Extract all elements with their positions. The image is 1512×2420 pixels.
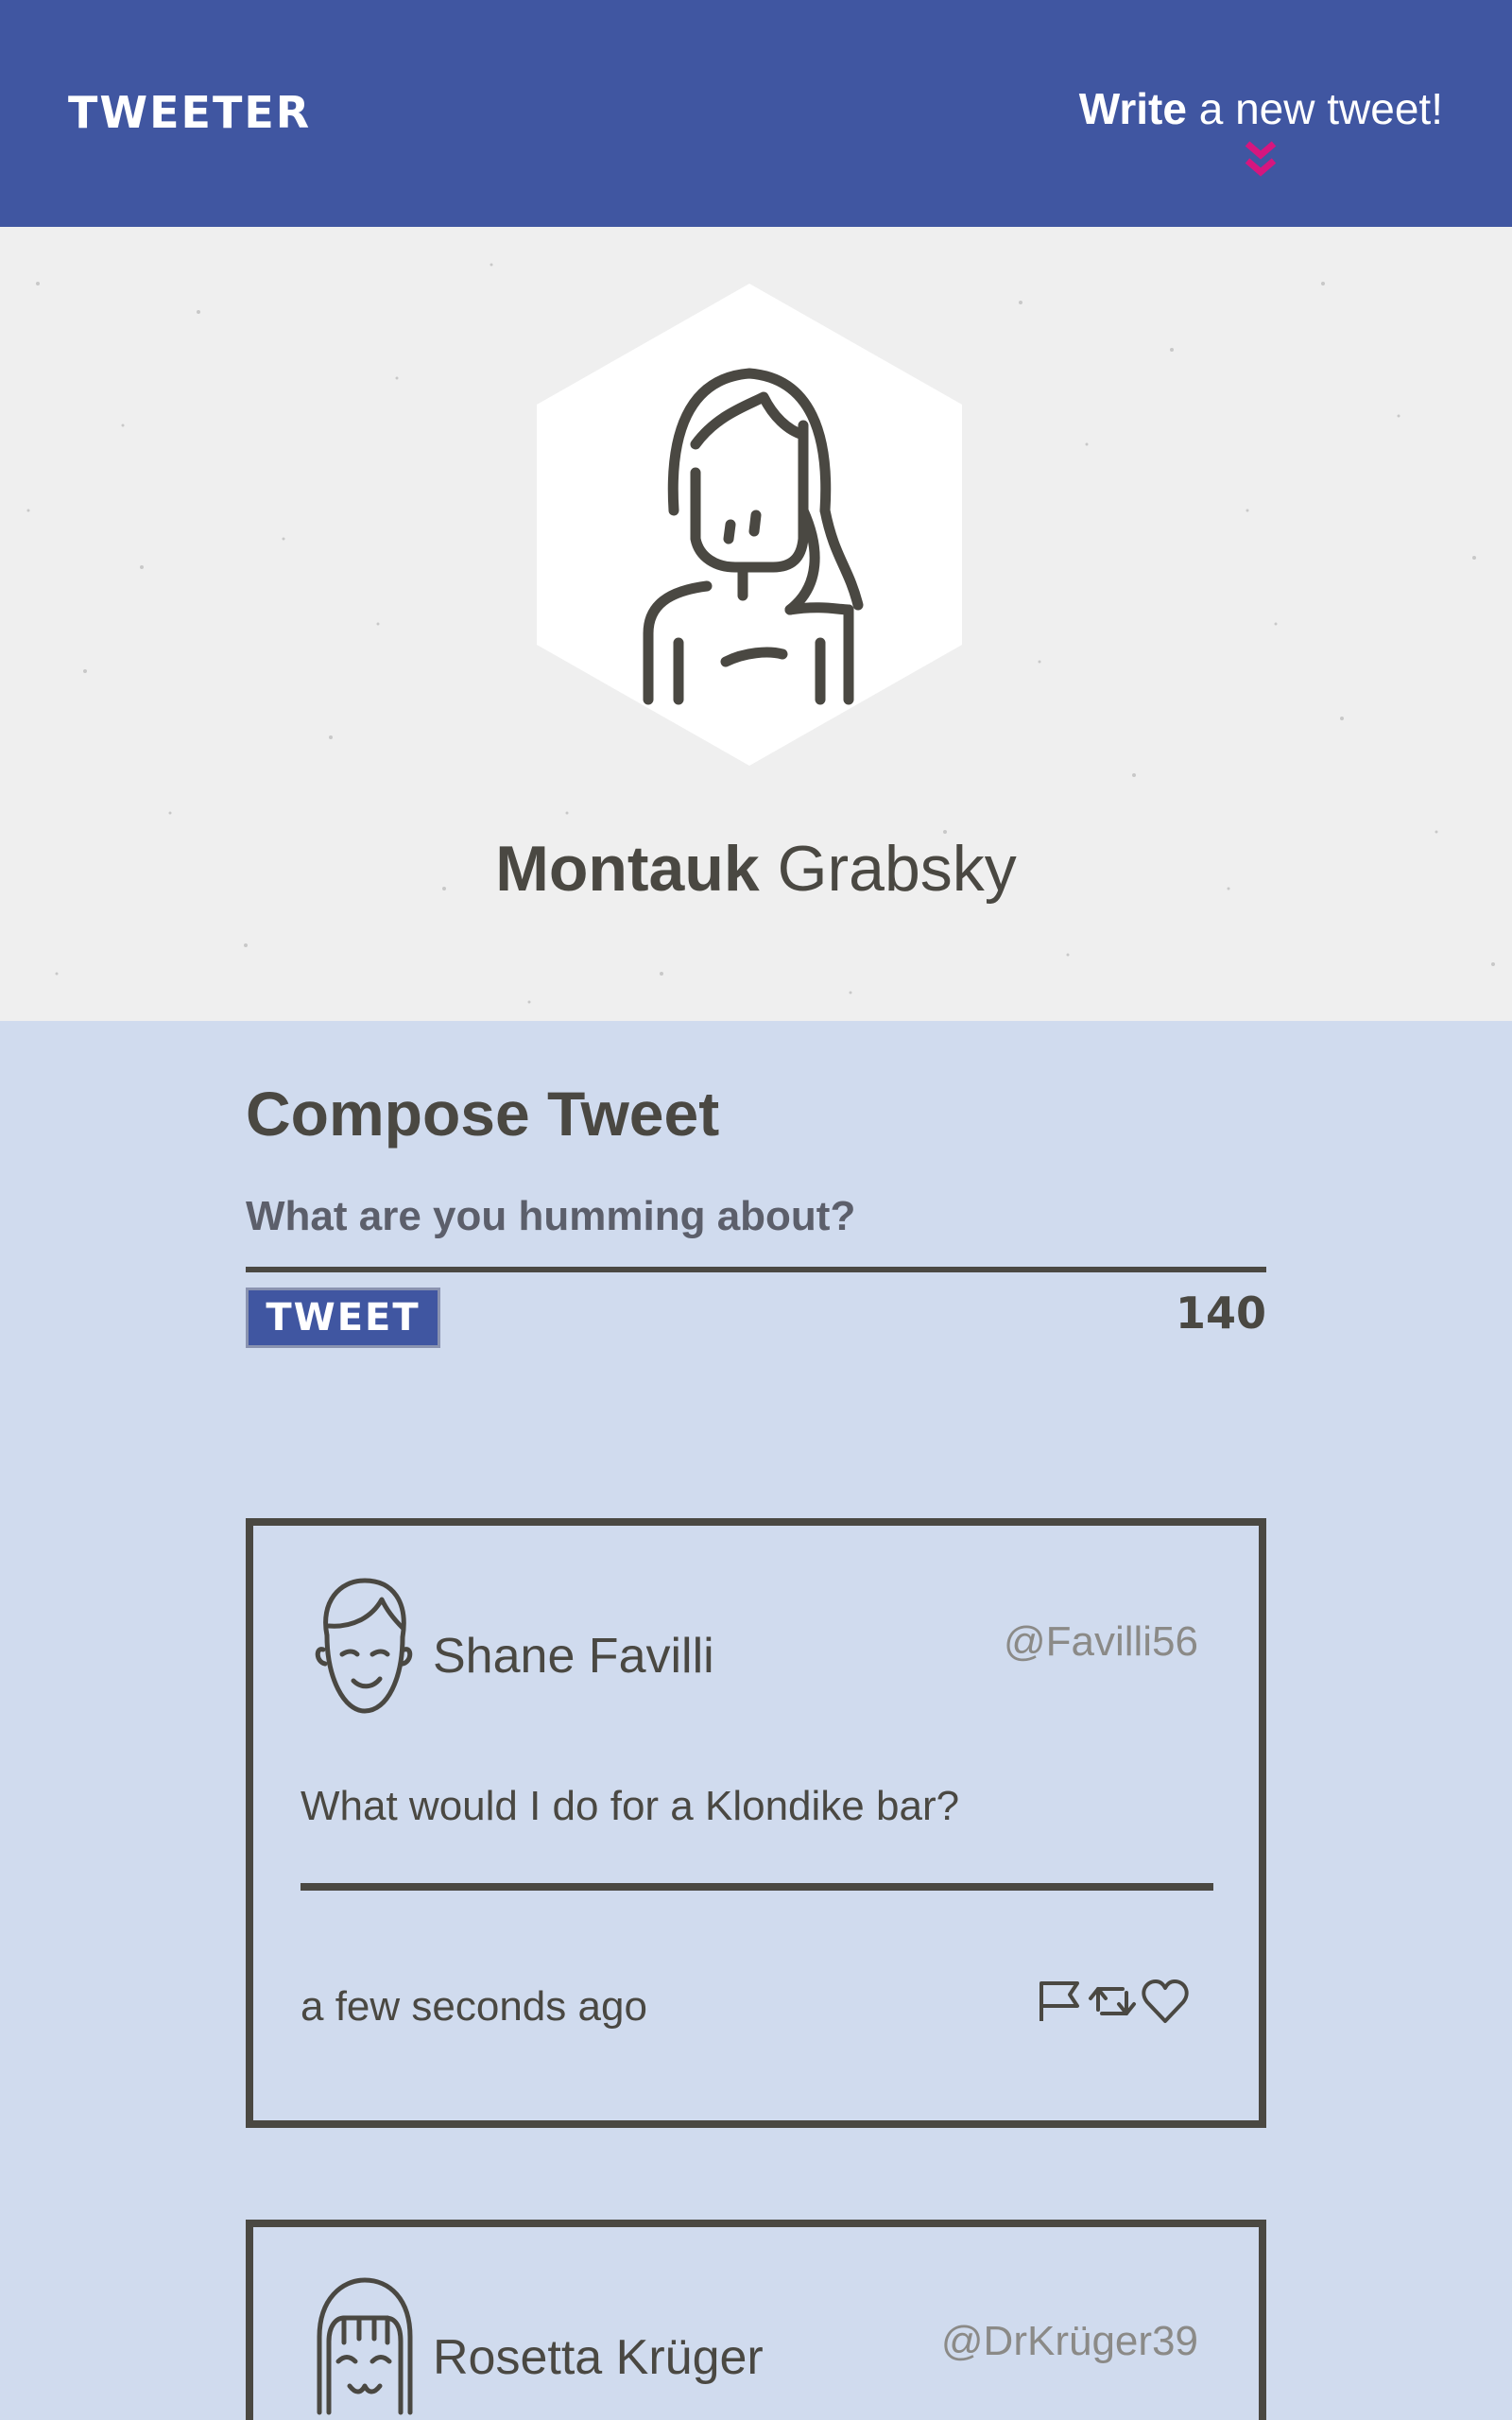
write-rest-text: a new tweet! [1186, 84, 1443, 133]
profile-last-name: Grabsky [759, 833, 1017, 905]
write-bold-text: Write [1078, 84, 1187, 133]
tweet-card: Rosetta Krüger @DrKrüger39 [246, 2220, 1266, 2420]
girl-avatar-icon [317, 2277, 413, 2415]
compose-title: Compose Tweet [246, 1079, 720, 1149]
flag-icon[interactable] [1034, 1976, 1085, 2027]
tweet-author-name: Rosetta Krüger [433, 2330, 764, 2385]
top-nav: TWEETER Write a new tweet! [0, 0, 1512, 227]
tweet-card: Shane Favilli @Favilli56 What would I do… [246, 1518, 1266, 2128]
app-logo[interactable]: TWEETER [68, 87, 311, 138]
tweet-actions [1034, 1976, 1191, 2027]
profile-header: Montauk Grabsky [0, 227, 1512, 1021]
profile-first-name: Montauk [495, 833, 760, 905]
tweet-timestamp: a few seconds ago [301, 1983, 647, 2030]
retweet-icon[interactable] [1087, 1976, 1138, 2027]
tweet-author-handle: @Favilli56 [1003, 1618, 1198, 1665]
tweet-content: What would I do for a Klondike bar? [301, 1783, 960, 1829]
man-avatar-icon [315, 1578, 413, 1714]
compose-actions-row: TWEET 140 [246, 1272, 1266, 1367]
tweet-author-name: Shane Favilli [433, 1629, 714, 1684]
avatar-hexagon [537, 284, 962, 766]
heart-icon[interactable] [1140, 1976, 1191, 2027]
character-counter: 140 [1175, 1288, 1266, 1339]
write-new-tweet-link[interactable]: Write a new tweet! [1079, 83, 1443, 182]
profile-name: Montauk Grabsky [0, 832, 1512, 906]
tweet-author-handle: @DrKrüger39 [940, 2318, 1198, 2364]
tweet-divider [301, 1883, 1213, 1891]
double-chevron-down-icon [1246, 141, 1277, 177]
tweet-text-input[interactable] [246, 1168, 1266, 1272]
compose-tweet-section: Compose Tweet TWEET 140 [246, 1078, 1266, 1367]
tweet-submit-button[interactable]: TWEET [246, 1288, 440, 1348]
